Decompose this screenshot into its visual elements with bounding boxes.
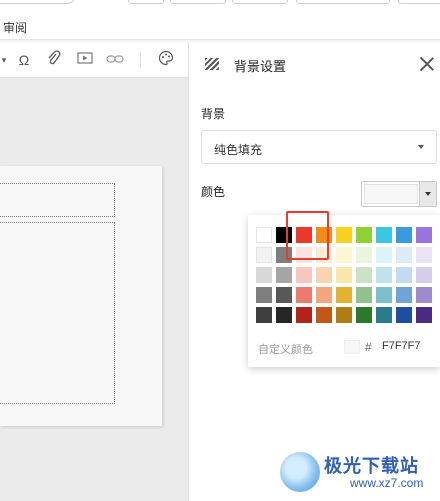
color-swatch[interactable] (336, 247, 352, 263)
insert-toolbar: ▾ Ω (0, 42, 188, 78)
color-swatch[interactable] (316, 267, 332, 283)
color-label: 颜色 (201, 185, 226, 199)
tab-review[interactable]: 审阅 (3, 19, 27, 36)
fill-type-select[interactable]: 纯色填充 (201, 130, 437, 164)
color-dropdown-button[interactable] (361, 181, 437, 207)
color-swatch[interactable] (416, 227, 432, 243)
toolbar-divider (140, 52, 141, 68)
color-swatch[interactable] (296, 227, 312, 243)
color-swatch[interactable] (396, 227, 412, 243)
close-icon[interactable] (419, 56, 435, 72)
panel-title: 背景设置 (234, 59, 287, 74)
color-swatch[interactable] (336, 227, 352, 243)
color-swatch[interactable] (276, 267, 292, 283)
slide-canvas (0, 78, 188, 501)
watermark-title: 极光下载站 (324, 456, 419, 476)
color-swatch[interactable] (396, 267, 412, 283)
custom-color-label[interactable]: 自定义颜色 (258, 341, 313, 357)
ribbon-button[interactable] (128, 0, 164, 4)
slide-page[interactable] (0, 166, 162, 426)
ribbon-button[interactable] (296, 0, 390, 4)
palette-icon[interactable] (156, 50, 176, 70)
omega-symbol-icon[interactable]: Ω (14, 50, 34, 70)
chevron-down-icon[interactable] (419, 182, 436, 206)
color-swatch[interactable] (376, 247, 392, 263)
color-swatch[interactable] (256, 247, 272, 263)
color-swatch[interactable] (356, 307, 372, 323)
color-swatch[interactable] (356, 287, 372, 303)
watermark: 极光下载站 www.xz7.com (280, 448, 440, 501)
color-swatch[interactable] (356, 247, 372, 263)
color-swatch[interactable] (416, 287, 432, 303)
color-swatch[interactable] (396, 307, 412, 323)
background-label: 背景 (201, 107, 226, 121)
color-swatch[interactable] (376, 267, 392, 283)
video-icon[interactable] (75, 50, 95, 70)
ribbon-button[interactable] (170, 0, 226, 4)
link-icon[interactable] (105, 50, 125, 70)
watermark-logo-icon (280, 452, 320, 492)
color-swatch[interactable] (316, 227, 332, 243)
color-swatch[interactable] (296, 267, 312, 283)
color-swatch[interactable] (296, 247, 312, 263)
color-swatch[interactable] (396, 287, 412, 303)
top-ribbon: 审阅 (0, 0, 440, 40)
hex-symbol: # (365, 340, 372, 354)
title-placeholder[interactable] (0, 183, 115, 217)
content-placeholder[interactable] (0, 222, 115, 404)
color-swatch[interactable] (276, 287, 292, 303)
color-swatch[interactable] (376, 287, 392, 303)
color-swatch[interactable] (356, 227, 372, 243)
fill-type-value: 纯色填充 (214, 143, 263, 157)
watermark-url: www.xz7.com (350, 476, 424, 490)
color-swatch[interactable] (416, 247, 432, 263)
current-color-swatch (364, 184, 418, 204)
color-swatch[interactable] (256, 267, 272, 283)
color-swatch[interactable] (296, 307, 312, 323)
panel-header: 背景设置 (189, 42, 440, 86)
color-swatch[interactable] (276, 227, 292, 243)
color-swatch[interactable] (276, 307, 292, 323)
color-swatch[interactable] (296, 287, 312, 303)
color-swatch[interactable] (376, 227, 392, 243)
color-swatch[interactable] (336, 307, 352, 323)
color-picker-popup: 自定义颜色 # F7F7F7 (248, 215, 440, 367)
color-swatch[interactable] (356, 267, 372, 283)
color-swatch[interactable] (396, 247, 412, 263)
hex-value-input[interactable]: F7F7F7 (382, 340, 421, 352)
ribbon-button[interactable] (232, 0, 288, 4)
color-swatch[interactable] (376, 307, 392, 323)
color-swatch[interactable] (336, 287, 352, 303)
attachment-icon[interactable] (44, 50, 64, 70)
color-swatch[interactable] (336, 267, 352, 283)
background-pattern-icon (205, 58, 219, 70)
chevron-down-icon (418, 145, 424, 149)
color-swatch[interactable] (416, 267, 432, 283)
color-swatch[interactable] (316, 287, 332, 303)
color-swatch[interactable] (276, 247, 292, 263)
color-swatch[interactable] (256, 227, 272, 243)
color-swatch[interactable] (316, 247, 332, 263)
custom-color-swatch (344, 340, 360, 354)
color-swatch[interactable] (316, 307, 332, 323)
color-swatch[interactable] (416, 307, 432, 323)
ribbon-pill-button[interactable] (0, 0, 76, 4)
dropdown-caret-icon[interactable]: ▾ (0, 50, 14, 70)
ribbon-button[interactable] (398, 0, 440, 4)
color-swatch[interactable] (256, 307, 272, 323)
color-swatch[interactable] (256, 287, 272, 303)
